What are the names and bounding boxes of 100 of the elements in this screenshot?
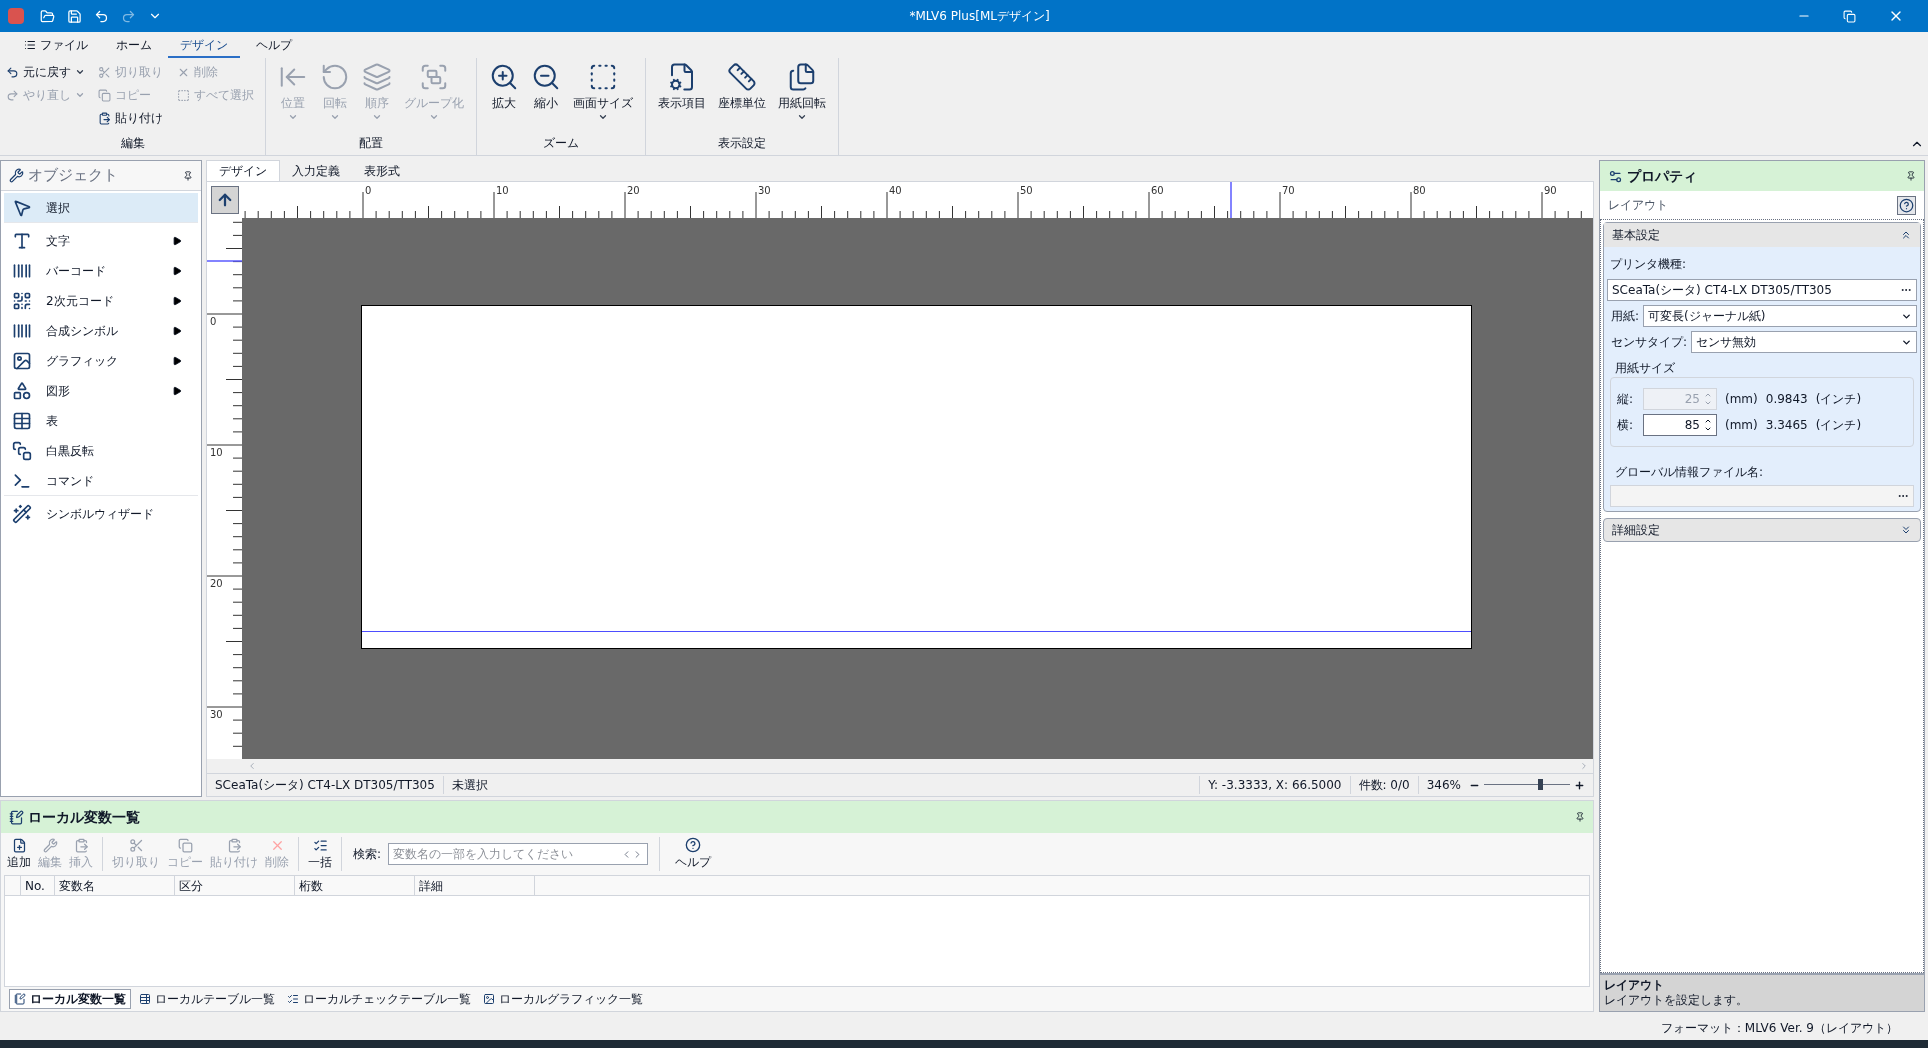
help-button[interactable]: [1897, 195, 1916, 215]
status-selection: 未選択: [450, 777, 489, 794]
panel-tab[interactable]: ローカルチェックテーブル一覧: [283, 989, 475, 1009]
section-header[interactable]: 基本設定: [1604, 223, 1920, 247]
files-icon: [787, 62, 817, 92]
wrench-icon: [42, 837, 58, 853]
ribbon-button[interactable]: 表示項目: [654, 62, 710, 134]
status-coordinates: Y: -3.3333, X: 66.5000: [1199, 776, 1351, 794]
ribbon-button[interactable]: 画面サイズ: [569, 62, 637, 134]
object-tool-item[interactable]: 2次元コード: [4, 286, 198, 316]
ribbon-small-button[interactable]: 貼り付け: [96, 108, 171, 128]
image-icon: [12, 351, 32, 371]
pin-icon[interactable]: [1906, 171, 1916, 181]
global-file-field[interactable]: [1610, 485, 1914, 507]
caret-icon: [372, 112, 382, 122]
column-header[interactable]: No.: [21, 876, 55, 895]
panel-tab[interactable]: ローカルテーブル一覧: [135, 989, 279, 1009]
caret-icon: [330, 112, 340, 122]
ribbon-tab[interactable]: ファイル: [12, 34, 100, 58]
folder-icon[interactable]: [40, 8, 55, 24]
field-label: 用紙:: [1610, 308, 1640, 325]
help-icon: [1899, 197, 1914, 213]
notebook-icon: [9, 809, 24, 825]
dashed-square-icon: [588, 62, 618, 92]
panel-tab[interactable]: ローカルグラフィック一覧: [479, 989, 647, 1009]
caret-icon: [797, 112, 807, 122]
object-tool-item[interactable]: グラフィック: [4, 346, 198, 376]
group-label: 編集: [119, 135, 146, 152]
ribbon-tab[interactable]: ホーム: [104, 34, 164, 58]
canvas-tab[interactable]: 表形式: [352, 160, 412, 181]
object-tool-item[interactable]: 白黒反転: [4, 436, 198, 466]
ribbon-button[interactable]: 拡大: [485, 62, 523, 134]
column-header[interactable]: 変数名: [55, 876, 175, 895]
object-tool-item[interactable]: シンボルウィザード: [4, 499, 198, 529]
ruler-label: 40: [889, 185, 902, 196]
new-file-icon: [11, 837, 27, 853]
ribbon-button[interactable]: 縮小: [527, 62, 565, 134]
unit-label: (インチ): [1815, 417, 1862, 434]
restore-icon[interactable]: [1843, 9, 1856, 23]
panel-title: オブジェクト: [28, 165, 118, 187]
qr-code-icon: [12, 291, 32, 311]
submenu-arrow-icon: [172, 266, 182, 276]
object-tool-item[interactable]: コマンド: [4, 466, 198, 496]
group-label: ズーム: [542, 135, 580, 152]
ruler-label: 70: [1282, 185, 1295, 196]
undo-icon[interactable]: [94, 8, 109, 24]
caret-icon: [75, 90, 85, 100]
toolbar-button[interactable]: 追加: [5, 837, 33, 871]
zoom-in-icon[interactable]: [1574, 779, 1585, 791]
list-icon: [24, 39, 36, 51]
object-tool-item[interactable]: バーコード: [4, 256, 198, 286]
layers-icon: [362, 62, 392, 92]
dropdown-field[interactable]: 可変長(ジャーナル紙): [1643, 305, 1917, 327]
number-spinner[interactable]: 85: [1643, 414, 1717, 436]
dropdown-field[interactable]: センサ無効: [1691, 331, 1917, 353]
object-tool-item[interactable]: 文字: [4, 226, 198, 256]
object-tool-item[interactable]: 表: [4, 406, 198, 436]
ribbon-button[interactable]: 用紙回転: [774, 62, 830, 134]
caret-icon: [598, 112, 608, 122]
column-header[interactable]: 詳細: [415, 876, 535, 895]
inch-value: 0.9843: [1765, 391, 1808, 408]
inch-value: 3.3465: [1765, 417, 1808, 434]
canvas-tab[interactable]: 入力定義: [280, 160, 352, 181]
panel-title: プロパティ: [1627, 166, 1697, 186]
object-tool-item[interactable]: 合成シンボル: [4, 316, 198, 346]
ruler-label: 20: [210, 578, 223, 589]
object-tool-item[interactable]: 図形: [4, 376, 198, 406]
ruler-label: 20: [627, 185, 640, 196]
ribbon-button[interactable]: 座標単位: [714, 62, 770, 134]
toolbar-button[interactable]: 一括: [306, 837, 334, 871]
column-header[interactable]: 区分: [175, 876, 295, 895]
zoom-slider[interactable]: [1484, 778, 1570, 792]
letter-icon: [12, 231, 32, 251]
slider-thumb[interactable]: [1537, 779, 1543, 790]
clipboard-icon: [73, 837, 89, 853]
group-icon: [419, 62, 449, 92]
window-title: *MLV6 Plus[MLデザイン]: [909, 8, 1050, 25]
panel-tab[interactable]: ローカル変数一覧: [9, 989, 131, 1009]
pin-icon[interactable]: [183, 170, 193, 181]
origin-button[interactable]: [210, 186, 239, 214]
help-button[interactable]: ヘルプ: [671, 837, 716, 871]
clipboard-icon: [226, 837, 242, 853]
pin-icon[interactable]: [1575, 812, 1585, 822]
undo-icon: [6, 65, 19, 79]
tools-icon: [9, 168, 24, 183]
ribbon-tab[interactable]: ヘルプ: [244, 34, 304, 58]
save-icon[interactable]: [67, 8, 82, 24]
object-tool-item[interactable]: 選択: [4, 193, 198, 223]
ribbon-tab[interactable]: デザイン: [168, 34, 240, 58]
submenu-arrow-icon: [172, 296, 182, 306]
field-label: 横:: [1617, 417, 1635, 434]
column-header[interactable]: 桁数: [295, 876, 415, 895]
ribbon-small-button[interactable]: 元に戻す: [4, 62, 93, 82]
canvas-tab[interactable]: デザイン: [206, 160, 280, 181]
section-header[interactable]: 詳細設定: [1603, 518, 1921, 542]
ruler-label: 0: [210, 316, 217, 327]
printer-field[interactable]: SCeaTa(シータ) CT4-LX DT305/TT305: [1607, 279, 1917, 301]
ruler-label: 90: [1544, 185, 1557, 196]
submenu-arrow-icon: [172, 326, 182, 336]
group-label: 配置: [358, 135, 384, 152]
